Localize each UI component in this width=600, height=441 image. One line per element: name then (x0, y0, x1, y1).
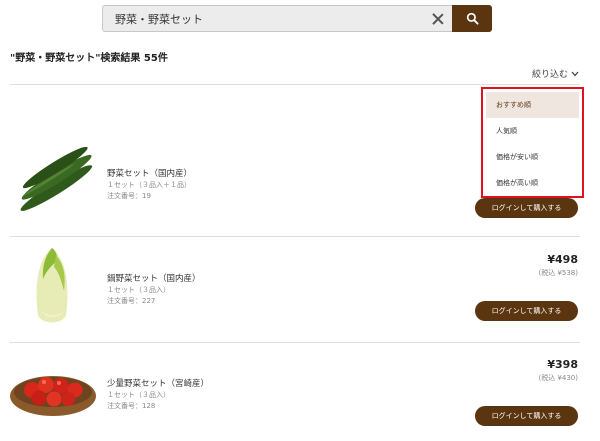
product-price: ¥498 (547, 253, 578, 266)
login-to-buy-button[interactable]: ログインして購入する (475, 406, 578, 426)
search-input[interactable]: 野菜・野菜セット (102, 5, 452, 32)
product-name[interactable]: 鍋野菜セット（国内産） (107, 272, 201, 284)
results-title: "野菜・野菜セット"検索結果 55件 (10, 53, 168, 64)
product-name[interactable]: 少量野菜セット（宮崎産） (107, 377, 209, 389)
product-order-number: 注文番号：128 (107, 402, 156, 410)
sort-option-popular[interactable]: 人気順 (486, 118, 579, 144)
sort-option-price-low[interactable]: 価格が安い順 (486, 144, 579, 170)
divider (10, 236, 580, 237)
product-name[interactable]: 野菜セット（国内産） (107, 167, 192, 179)
divider (10, 342, 580, 343)
product-tax-price: (税込 ¥538) (538, 269, 578, 277)
search-button[interactable] (452, 5, 492, 32)
sort-option-recommended[interactable]: おすすめ順 (486, 92, 579, 118)
product-image-cucumber[interactable] (10, 145, 102, 215)
product-order-number: 注文番号：19 (107, 192, 151, 200)
product-quantity: １セット（３品入） (107, 391, 170, 399)
chevron-down-icon (571, 71, 579, 76)
filter-label: 絞り込む (531, 70, 568, 80)
product-order-number: 注文番号：227 (107, 297, 156, 305)
product-tax-price: (税込 ¥430) (538, 374, 578, 382)
product-quantity: １セット（３品入） (107, 286, 170, 294)
divider (10, 84, 580, 85)
product-image-tomato-basket[interactable] (8, 362, 98, 418)
product-quantity: １セット（３品入＋１品） (107, 181, 191, 189)
product-price: ¥398 (547, 358, 578, 371)
search-bar: 野菜・野菜セット (102, 5, 492, 32)
sort-option-price-high[interactable]: 価格が高い順 (486, 170, 579, 196)
product-image-napa-cabbage[interactable] (30, 245, 75, 330)
login-to-buy-button[interactable]: ログインして購入する (475, 301, 578, 321)
clear-icon[interactable] (432, 13, 444, 25)
login-to-buy-button[interactable]: ログインして購入する (475, 198, 578, 218)
search-icon (466, 12, 479, 25)
sort-dropdown: おすすめ順 人気順 価格が安い順 価格が高い順 (481, 87, 584, 198)
filter-toggle[interactable]: 絞り込む (532, 67, 579, 80)
search-query-text[interactable]: 野菜・野菜セット (115, 11, 432, 27)
